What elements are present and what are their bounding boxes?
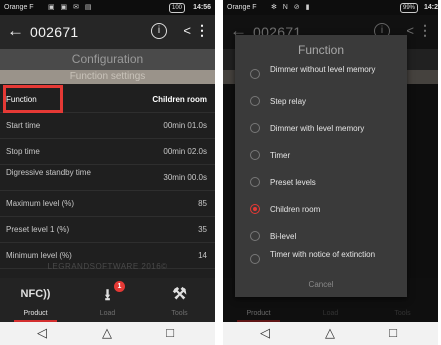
status-bar: Orange F ▣ ▣ ✉ ▤ 100 14:56 <box>0 0 215 15</box>
system-back-icon[interactable]: ◁ <box>32 325 52 341</box>
share-icon[interactable]: < <box>183 23 191 38</box>
nav-label: Tools <box>171 310 188 317</box>
system-recent-icon[interactable]: □ <box>383 325 403 341</box>
function-selection-dialog: Function Dimmer without level memory Ste… <box>235 35 407 297</box>
setting-label: Preset level 1 (%) <box>6 225 70 234</box>
battery-icon: 99% <box>399 3 418 13</box>
bottom-navigation: NFC)) Product ⭳ 1 Load ⚒ Tools <box>0 278 215 322</box>
option-dimmer-without-level-memory[interactable]: Dimmer without level memory <box>235 63 407 87</box>
carrier-label: Orange F <box>4 4 34 11</box>
option-label: Timer with notice of extinction <box>270 250 376 259</box>
option-label: Children room <box>270 205 321 214</box>
option-timer-with-notice[interactable]: Timer with notice of extinction <box>235 248 407 272</box>
setting-label: Digressive standby time <box>6 168 91 177</box>
option-children-room[interactable]: Children room <box>235 198 407 222</box>
option-label: Bi-level <box>270 232 297 241</box>
setting-row-preset-level-1[interactable]: Preset level 1 (%) 35 <box>0 217 215 243</box>
option-label: Dimmer without level memory <box>270 65 376 74</box>
system-recent-icon[interactable]: □ <box>160 325 180 341</box>
nav-load[interactable]: ⭳ 1 Load <box>72 278 143 322</box>
system-home-icon[interactable]: △ <box>97 325 117 341</box>
system-navigation-bar: ◁ △ □ <box>0 322 215 345</box>
radio-button-selected[interactable] <box>250 204 260 214</box>
load-badge: 1 <box>114 281 125 292</box>
system-back-icon[interactable]: ◁ <box>255 325 275 341</box>
setting-value: Children room <box>152 95 207 104</box>
brand-footer: LEGRANDSOFTWARE 2016© <box>47 262 168 271</box>
setting-value: 30min 00.0s <box>163 173 207 182</box>
option-preset-levels[interactable]: Preset levels <box>235 171 407 195</box>
phone-screen-function-dialog: Orange F ✻ N ⊘ ▮ 99% 14:2 ← 002671 i < ⋮… <box>223 0 438 345</box>
clock: 14:56 <box>193 4 211 11</box>
function-highlight-annotation <box>3 85 63 113</box>
clock: 14:2 <box>423 4 438 11</box>
page-title: 002671 <box>30 24 79 40</box>
setting-label: Minimum level (%) <box>6 251 72 260</box>
notification-icons: ✻ N ⊘ ▮ <box>271 4 312 11</box>
back-arrow-icon[interactable]: ← <box>7 21 24 41</box>
app-toolbar: ← 002671 i < ⋮ <box>0 15 215 49</box>
setting-label: Maximum level (%) <box>6 199 75 208</box>
dialog-title: Function <box>297 43 345 57</box>
download-icon: ⭳ <box>104 287 111 304</box>
setting-row-start-time[interactable]: Start time 00min 01.0s <box>0 113 215 139</box>
option-label: Step relay <box>270 97 307 106</box>
setting-value: 14 <box>198 251 207 260</box>
notification-icons: ▣ ▣ ✉ ▤ <box>48 4 94 11</box>
radio-button[interactable] <box>250 231 260 241</box>
radio-button[interactable] <box>250 69 260 79</box>
setting-row-stop-time[interactable]: Stop time 00min 02.0s <box>0 139 215 165</box>
setting-row-digressive-standby[interactable]: Digressive standby time 30min 00.0s <box>0 165 215 191</box>
function-settings-header: Function settings <box>0 70 215 84</box>
radio-button[interactable] <box>250 150 260 160</box>
option-dimmer-with-level-memory[interactable]: Dimmer with level memory <box>235 117 407 141</box>
setting-value: 00min 01.0s <box>163 121 207 130</box>
system-home-icon[interactable]: △ <box>320 325 340 341</box>
radio-button[interactable] <box>250 123 260 133</box>
setting-label: Stop time <box>6 147 40 156</box>
setting-row-maximum-level[interactable]: Maximum level (%) 85 <box>0 191 215 217</box>
nfc-icon: NFC)) <box>20 288 51 300</box>
carrier-label: Orange F <box>227 4 257 11</box>
settings-list: Function Children room Start time 00min … <box>0 87 215 269</box>
radio-button[interactable] <box>250 96 260 106</box>
nav-product[interactable]: NFC)) Product <box>0 278 71 322</box>
option-label: Timer <box>270 151 291 160</box>
setting-value: 85 <box>198 199 207 208</box>
option-label: Preset levels <box>270 178 316 187</box>
cancel-button[interactable]: Cancel <box>235 280 407 289</box>
nav-label: Product <box>23 310 48 317</box>
nav-label: Load <box>99 310 116 317</box>
radio-button[interactable] <box>250 254 260 264</box>
info-icon[interactable]: i <box>151 23 167 39</box>
configuration-header: Configuration <box>0 49 215 70</box>
option-bi-level[interactable]: Bi-level <box>235 225 407 249</box>
battery-icon: 100 <box>168 3 185 13</box>
tools-icon: ⚒ <box>172 286 187 303</box>
nav-tools[interactable]: ⚒ Tools <box>144 278 215 322</box>
status-bar: Orange F ✻ N ⊘ ▮ 99% 14:2 <box>223 0 438 15</box>
option-label: Dimmer with level memory <box>270 124 365 133</box>
radio-button[interactable] <box>250 177 260 187</box>
setting-value: 35 <box>198 225 207 234</box>
phone-screen-configuration: Orange F ▣ ▣ ✉ ▤ 100 14:56 ← 002671 i < … <box>0 0 215 345</box>
setting-value: 00min 02.0s <box>163 147 207 156</box>
option-timer[interactable]: Timer <box>235 144 407 168</box>
option-step-relay[interactable]: Step relay <box>235 90 407 114</box>
setting-label: Start time <box>6 121 41 130</box>
more-options-icon[interactable]: ⋮ <box>195 22 209 39</box>
system-navigation-bar: ◁ △ □ <box>223 322 438 345</box>
